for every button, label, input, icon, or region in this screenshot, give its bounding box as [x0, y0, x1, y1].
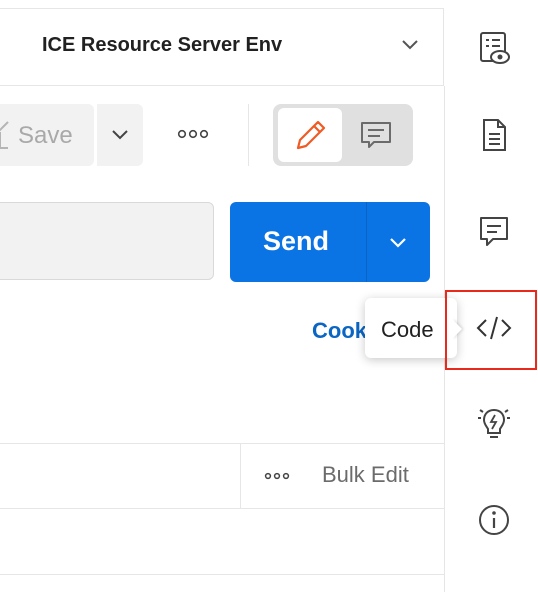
- comment-icon[interactable]: [474, 211, 514, 251]
- more-options-icon[interactable]: [176, 124, 210, 144]
- toolbar-divider: [248, 104, 249, 166]
- table-divider: [0, 443, 444, 444]
- info-icon[interactable]: [474, 500, 514, 540]
- send-label: Send: [263, 226, 330, 256]
- chevron-down-icon[interactable]: [400, 38, 420, 52]
- chevron-down-icon: [112, 130, 128, 140]
- column-divider: [240, 444, 241, 508]
- table-divider: [0, 574, 444, 575]
- save-label: Save: [18, 122, 73, 149]
- environment-selector[interactable]: ICE Resource Server Env: [42, 34, 282, 57]
- url-input[interactable]: [0, 202, 214, 280]
- bulk-edit-button[interactable]: Bulk Edit: [322, 462, 409, 488]
- more-options-icon[interactable]: [264, 468, 290, 484]
- tooltip-text: Code: [381, 317, 434, 342]
- chevron-down-icon: [390, 238, 406, 248]
- table-divider: [0, 508, 444, 509]
- comment-mode-icon[interactable]: [358, 118, 394, 152]
- pencil-icon: [296, 120, 326, 150]
- document-icon[interactable]: [474, 115, 514, 155]
- cookies-link[interactable]: Cookies: [312, 318, 372, 344]
- lightbulb-icon[interactable]: [474, 402, 514, 442]
- environment-quick-look-icon[interactable]: [476, 30, 512, 66]
- code-highlight-box: [445, 290, 537, 370]
- save-icon: [0, 121, 9, 149]
